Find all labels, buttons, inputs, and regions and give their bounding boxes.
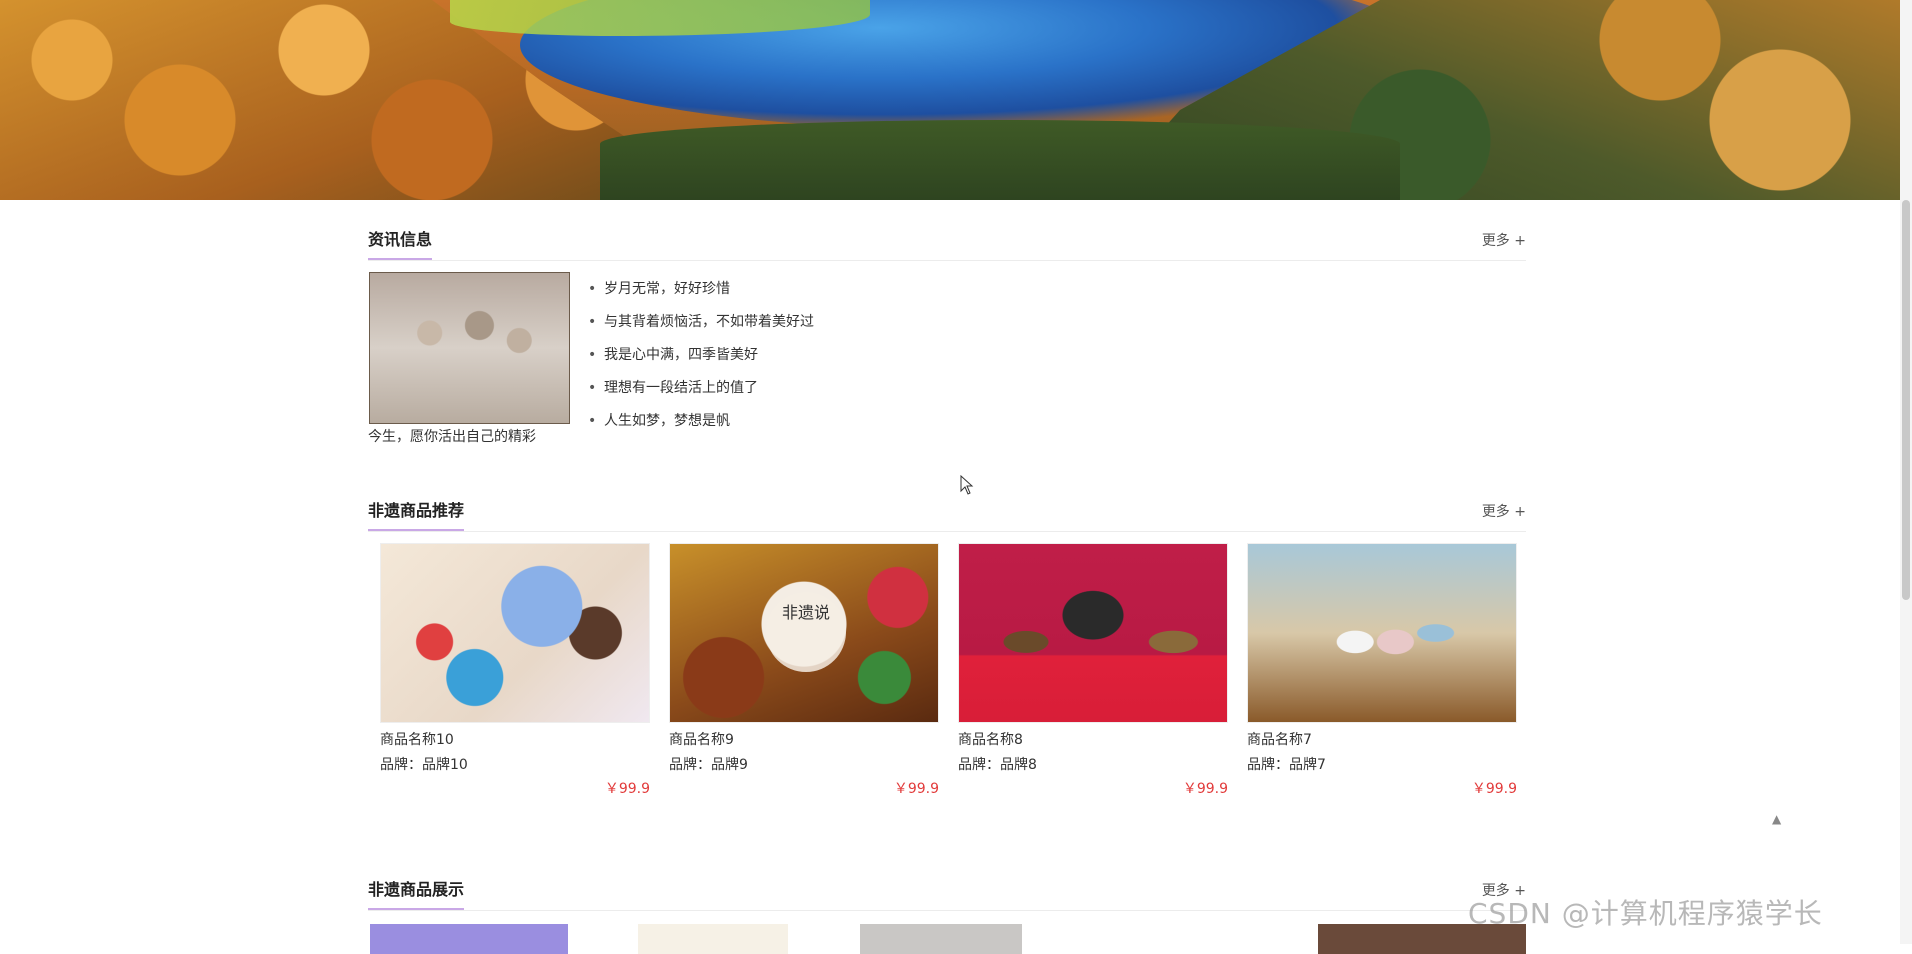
news-item[interactable]: 人生如梦，梦想是帆	[588, 410, 814, 443]
product-grid: 商品名称10 品牌：品牌10 ￥99.9 非遗说 商品名称9 品牌：品牌9 ￥9…	[380, 543, 1526, 803]
recommend-section: 非遗商品推荐 更多 + 商品名称10 品牌：品牌10 ￥99.9 非遗说 商品名…	[368, 483, 1526, 797]
product-brand: 品牌：品牌9	[669, 757, 748, 773]
news-item[interactable]: 岁月无常，好好珍惜	[588, 278, 814, 311]
news-section: 资讯信息 更多 + 岁月无常，好好珍惜 与其背着烦恼活，不如带着美好过 我是心中…	[368, 212, 1526, 445]
news-thumbnail[interactable]	[369, 272, 570, 424]
product-card[interactable]: 商品名称7 品牌：品牌7 ￥99.9	[1247, 543, 1517, 803]
product-brand: 品牌：品牌10	[380, 757, 468, 773]
news-item[interactable]: 我是心中满，四季皆美好	[588, 344, 814, 377]
product-name: 商品名称9	[669, 732, 734, 748]
product-name: 商品名称10	[380, 732, 454, 748]
product-price: ￥99.9	[604, 781, 650, 797]
news-header: 资讯信息 更多 +	[368, 212, 1526, 261]
showcase-image[interactable]	[638, 924, 788, 954]
scrollbar-thumb[interactable]	[1902, 200, 1910, 600]
showcase-section: 非遗商品展示 更多 +	[368, 862, 1526, 954]
recommend-more-link[interactable]: 更多 +	[1482, 501, 1526, 521]
hero-banner	[0, 0, 1900, 200]
showcase-image[interactable]	[370, 924, 568, 954]
news-title: 资讯信息	[368, 226, 433, 260]
showcase-image[interactable]	[860, 924, 1022, 954]
product-price: ￥99.9	[893, 781, 939, 797]
product-name: 商品名称7	[1247, 732, 1312, 748]
product-brand: 品牌：品牌8	[958, 757, 1037, 773]
news-list: 岁月无常，好好珍惜 与其背着烦恼活，不如带着美好过 我是心中满，四季皆美好 理想…	[588, 278, 814, 443]
showcase-title: 非遗商品展示	[368, 876, 465, 910]
showcase-grid	[368, 924, 1526, 954]
product-name: 商品名称8	[958, 732, 1023, 748]
product-image[interactable]	[380, 543, 650, 723]
showcase-header: 非遗商品展示 更多 +	[368, 862, 1526, 911]
product-image[interactable]: 非遗说	[669, 543, 939, 723]
news-more-link[interactable]: 更多 +	[1482, 230, 1526, 250]
product-price: ￥99.9	[1182, 781, 1228, 797]
back-to-top-icon[interactable]: ▲	[1772, 812, 1781, 826]
page-scrollbar[interactable]	[1900, 0, 1912, 944]
feiyi-seal: 非遗说	[766, 592, 846, 672]
news-item[interactable]: 与其背着烦恼活，不如带着美好过	[588, 311, 814, 344]
product-image[interactable]	[958, 543, 1228, 723]
product-card[interactable]: 商品名称10 品牌：品牌10 ￥99.9	[380, 543, 650, 803]
product-card[interactable]: 非遗说 商品名称9 品牌：品牌9 ￥99.9	[669, 543, 939, 803]
recommend-title: 非遗商品推荐	[368, 497, 465, 531]
watermark: CSDN @计算机程序猿学长	[1468, 897, 1823, 930]
mouse-pointer-icon	[960, 475, 974, 495]
product-image[interactable]	[1247, 543, 1517, 723]
banner-forest-valley	[600, 120, 1400, 200]
news-thumbnail-caption[interactable]: 今生，愿你活出自己的精彩	[368, 426, 536, 446]
product-brand: 品牌：品牌7	[1247, 757, 1326, 773]
recommend-header: 非遗商品推荐 更多 +	[368, 483, 1526, 532]
product-price: ￥99.9	[1471, 781, 1517, 797]
news-item[interactable]: 理想有一段结活上的值了	[588, 377, 814, 410]
product-card[interactable]: 商品名称8 品牌：品牌8 ￥99.9	[958, 543, 1228, 803]
